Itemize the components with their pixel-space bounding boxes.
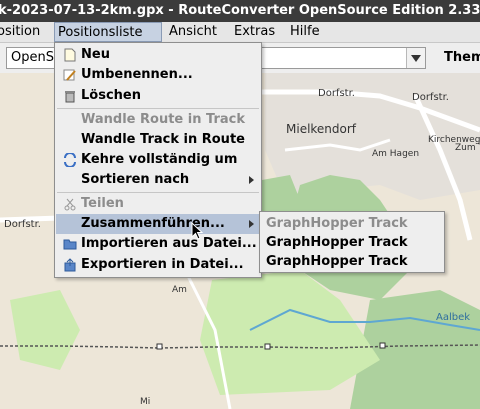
- menu-item-neu[interactable]: Neu: [56, 45, 260, 65]
- map-label-am-hagen: Am Hagen: [372, 149, 419, 159]
- route-point[interactable]: [156, 343, 163, 350]
- rename-pencil-icon: [63, 68, 77, 82]
- menu-item-label: Teilen: [81, 196, 124, 211]
- theme-label: Them: [444, 50, 480, 65]
- menu-item-zusammenfuehren[interactable]: Zusammenführen...: [56, 214, 260, 234]
- menu-item-loeschen[interactable]: Löschen: [56, 86, 260, 106]
- menu-item-exportieren[interactable]: Exportieren in Datei...: [56, 255, 260, 275]
- menu-item-label: Kehre vollständig um: [81, 152, 238, 167]
- window-title-bar: k-2023-07-13-2km.gpx - RouteConverter Op…: [0, 0, 480, 22]
- menu-item-kehre-um[interactable]: Kehre vollständig um: [56, 150, 260, 170]
- menu-bar: osition Positionsliste Ansicht Extras Hi…: [0, 22, 480, 43]
- menu-item-importieren[interactable]: Importieren aus Datei...: [56, 234, 260, 254]
- submenu-item-graphhopper-track[interactable]: GraphHopper Track: [266, 214, 408, 233]
- menu-item-sortieren-nach[interactable]: Sortieren nach: [56, 170, 260, 190]
- chevron-down-icon[interactable]: [406, 48, 425, 68]
- menu-item-label: Wandle Track in Route: [81, 132, 245, 147]
- reverse-arrows-icon: [63, 152, 77, 168]
- submenu-item-graphhopper-track[interactable]: GraphHopper Track: [266, 252, 408, 271]
- menu-item-label: Exportieren in Datei...: [81, 257, 244, 272]
- map-label-dorfstr-east: Dorfstr.: [412, 92, 449, 103]
- map-label-aalbek: Aalbek: [436, 312, 470, 323]
- menu-item-teilen[interactable]: Teilen: [56, 194, 260, 214]
- map-label-village: Mielkendorf: [286, 122, 357, 136]
- new-file-icon: [63, 48, 77, 62]
- menu-item-label: Sortieren nach: [81, 172, 190, 187]
- menu-item-label: Wandle Route in Track: [81, 112, 245, 127]
- menu-separator: [57, 192, 259, 193]
- menu-item-wandle-route-in-track[interactable]: Wandle Route in Track: [56, 110, 260, 130]
- menu-item-umbenennen[interactable]: Umbenennen...: [56, 65, 260, 85]
- map-label-mi: Mi: [140, 397, 150, 407]
- menu-hilfe[interactable]: Hilfe: [287, 22, 323, 42]
- menu-item-label: Neu: [81, 47, 110, 62]
- menu-position[interactable]: osition: [0, 22, 43, 42]
- menu-extras[interactable]: Extras: [231, 22, 278, 42]
- map-label-am: Am: [172, 285, 187, 295]
- submenu-arrow-icon: [249, 176, 254, 184]
- submenu-arrow-icon: [249, 220, 254, 228]
- folder-icon: [63, 237, 77, 251]
- menu-item-label: Löschen: [81, 88, 141, 103]
- menu-separator: [57, 108, 259, 109]
- positionsliste-menu: Neu Umbenennen... Löschen Wandle Route i…: [54, 42, 262, 278]
- menu-item-wandle-track-in-route[interactable]: Wandle Track in Route: [56, 130, 260, 150]
- window-title: k-2023-07-13-2km.gpx - RouteConverter Op…: [0, 3, 480, 18]
- menu-item-label: Importieren aus Datei...: [81, 236, 257, 251]
- map-label-dorfstr-north: Dorfstr.: [318, 88, 355, 99]
- scissors-icon: [63, 197, 77, 211]
- map-select-value: OpenS: [11, 50, 54, 65]
- menu-ansicht[interactable]: Ansicht: [166, 22, 220, 42]
- mouse-cursor-icon: [191, 222, 204, 240]
- submenu-item-graphhopper-track[interactable]: GraphHopper Track: [266, 233, 408, 252]
- route-point[interactable]: [264, 343, 271, 350]
- route-point[interactable]: [379, 342, 386, 349]
- trash-icon: [63, 89, 77, 103]
- menu-positionsliste[interactable]: Positionsliste: [54, 22, 162, 42]
- map-label-dorfstr-west: Dorfstr.: [4, 219, 41, 230]
- export-icon: [63, 258, 77, 272]
- menu-item-label: Umbenennen...: [81, 67, 193, 82]
- zusammenfuehren-submenu: GraphHopper Track GraphHopper Track Grap…: [259, 211, 445, 273]
- map-label-zum-tannen: Zum Tann: [455, 143, 480, 153]
